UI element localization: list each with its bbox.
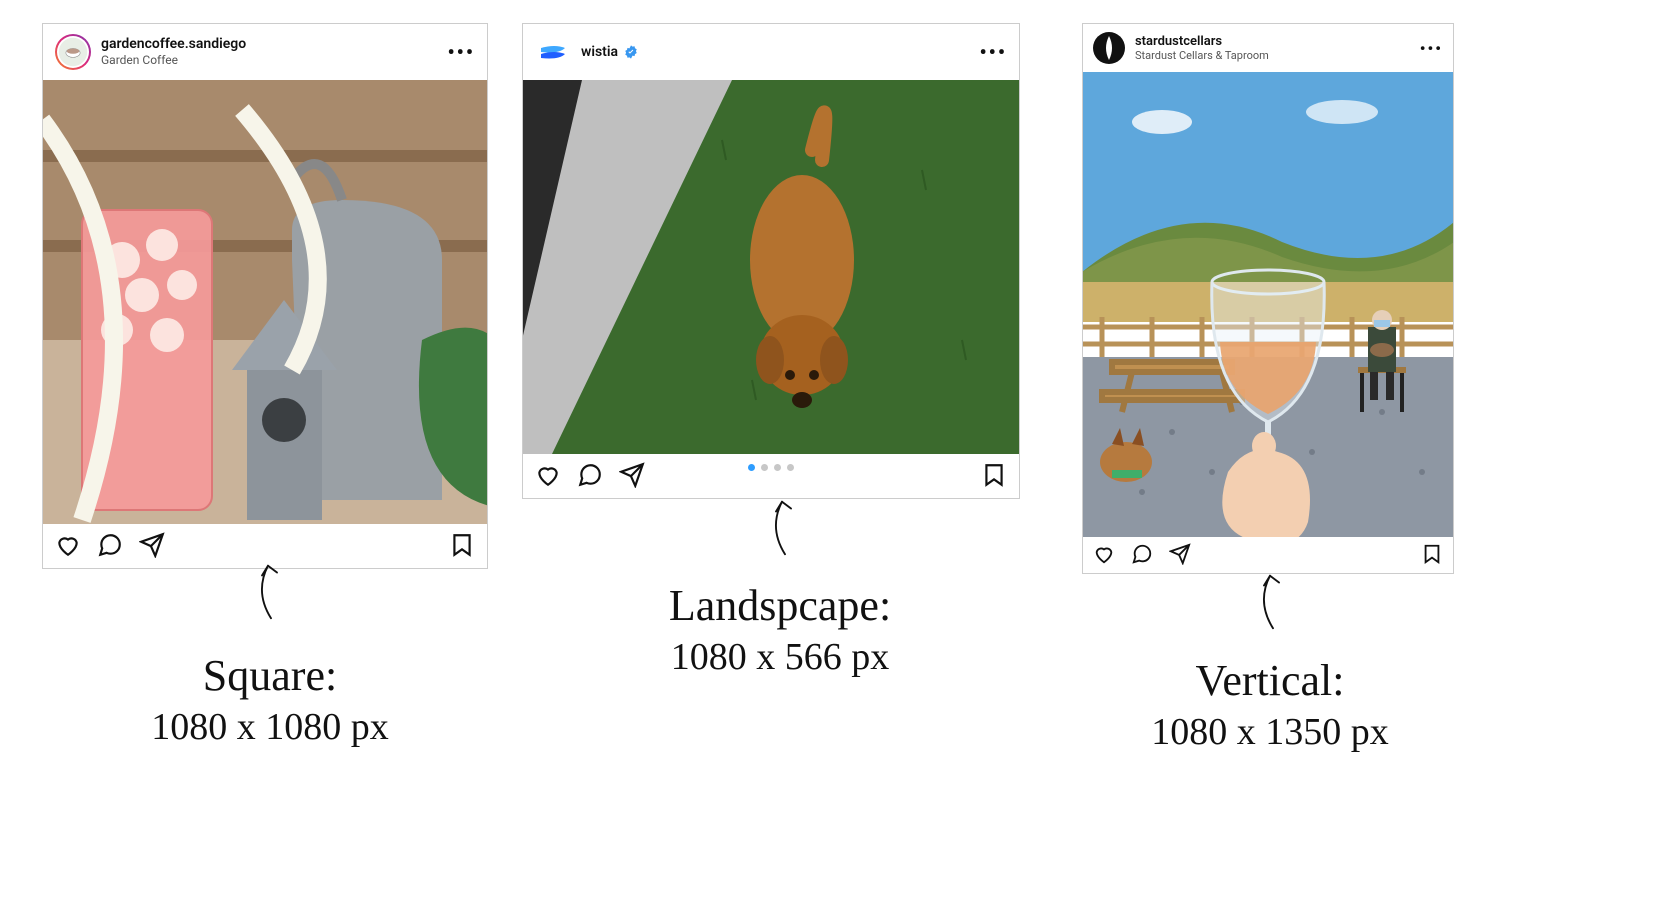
canvas: gardencoffee.sandiego Garden Coffee ••• [0,0,1653,898]
username-block: gardencoffee.sandiego Garden Coffee [101,36,246,67]
username-block: stardustcellars Stardust Cellars & Tapro… [1135,34,1269,63]
annotation-title: Landspcape: [620,580,940,631]
cup-icon [57,36,89,68]
post-header: wistia ••• [523,24,1019,80]
post-card-landscape: wistia ••• [522,23,1020,499]
comment-icon[interactable] [1131,543,1153,565]
annotation-landscape: Landspcape: 1080 x 566 px [620,580,940,679]
carousel-dot[interactable] [774,464,781,471]
comment-icon[interactable] [577,462,603,488]
location[interactable]: Stardust Cellars & Taproom [1135,49,1269,62]
post-header: stardustcellars Stardust Cellars & Tapro… [1083,24,1453,72]
annotation-title: Vertical: [1120,655,1420,706]
annotation-title: Square: [120,650,420,701]
bookmark-icon[interactable] [449,532,475,558]
carousel-dot[interactable] [748,464,755,471]
avatar[interactable] [55,34,91,70]
annotation-arrow-icon [238,562,298,622]
comment-icon[interactable] [97,532,123,558]
username-text: wistia [581,44,618,61]
carousel-indicator [748,464,794,471]
annotation-dimensions: 1080 x 566 px [620,635,940,679]
username[interactable]: stardustcellars [1135,34,1269,50]
heart-icon[interactable] [55,532,81,558]
more-options-icon[interactable]: ••• [1420,39,1443,58]
wistia-logo-icon [535,34,571,70]
annotation-dimensions: 1080 x 1350 px [1120,710,1420,754]
username[interactable]: wistia [581,44,639,61]
post-card-vertical: stardustcellars Stardust Cellars & Tapro… [1082,23,1454,574]
header-left: stardustcellars Stardust Cellars & Tapro… [1093,32,1269,64]
avatar[interactable] [1093,32,1125,64]
carousel-dot[interactable] [787,464,794,471]
username[interactable]: gardencoffee.sandiego [101,36,246,53]
post-image-square[interactable] [43,80,487,524]
annotation-square: Square: 1080 x 1080 px [120,650,420,749]
annotation-vertical: Vertical: 1080 x 1350 px [1120,655,1420,754]
post-card-square: gardencoffee.sandiego Garden Coffee ••• [42,23,488,569]
share-icon[interactable] [139,532,165,558]
heart-icon[interactable] [1093,543,1115,565]
more-options-icon[interactable]: ••• [447,40,475,64]
post-actions [43,524,487,568]
location[interactable]: Garden Coffee [101,53,246,67]
stardust-logo-icon [1093,32,1125,64]
post-image-vertical[interactable] [1083,72,1453,537]
avatar[interactable] [535,34,571,70]
annotation-arrow-icon [752,498,812,558]
heart-icon[interactable] [535,462,561,488]
username-block: wistia [581,44,639,61]
verified-badge-icon [623,44,639,60]
header-left: wistia [535,34,639,70]
share-icon[interactable] [619,462,645,488]
carousel-dot[interactable] [761,464,768,471]
bookmark-icon[interactable] [981,462,1007,488]
more-options-icon[interactable]: ••• [979,40,1007,64]
post-actions [523,454,1019,498]
post-actions [1083,537,1453,573]
annotation-arrow-icon [1240,572,1300,632]
post-header: gardencoffee.sandiego Garden Coffee ••• [43,24,487,80]
share-icon[interactable] [1169,543,1191,565]
post-image-landscape[interactable] [523,80,1019,454]
annotation-dimensions: 1080 x 1080 px [120,705,420,749]
bookmark-icon[interactable] [1421,543,1443,565]
header-left: gardencoffee.sandiego Garden Coffee [55,34,246,70]
